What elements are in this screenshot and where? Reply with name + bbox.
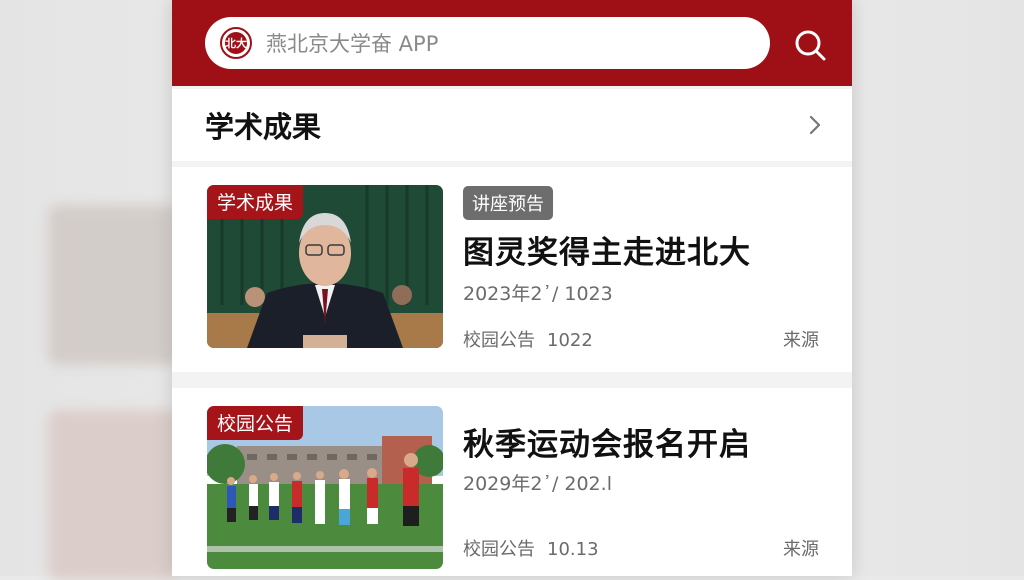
category-chip: 讲座预告: [463, 186, 553, 220]
article-source-link[interactable]: 来源: [783, 326, 819, 352]
article-category: 校园公告: [463, 539, 535, 560]
search-bar[interactable]: 北大 燕北京大学奋 APP: [205, 17, 770, 69]
chevron-right-icon[interactable]: [804, 114, 826, 136]
search-placeholder: 燕北京大学奋 APP: [266, 32, 439, 56]
thumbnail-tag: 校园公告: [207, 406, 304, 440]
article-thumbnail: 学术成果: [207, 185, 443, 348]
background-card: [48, 205, 178, 365]
article-card[interactable]: 校园公告 秋季运动会报名开启 2029年2᾿/ 202.l 校园公告 10.13 …: [172, 388, 852, 576]
article-date: 2029年2᾿/ 202.l: [463, 473, 612, 495]
article-card[interactable]: 学术成果 讲座预告 图灵奖得主走进北大 2023年2᾿/ 1023 校园公告 10…: [172, 167, 852, 372]
article-title[interactable]: 秋季运动会报名开启: [463, 419, 751, 464]
university-logo-icon: 北大: [220, 27, 252, 59]
section-header[interactable]: 学术成果: [172, 89, 852, 161]
article-title[interactable]: 图灵奖得主走进北大: [463, 227, 751, 272]
article-date: 2023年2᾿/ 1023: [463, 283, 613, 305]
article-count: 10.13: [547, 539, 599, 560]
app-screen: 北大 燕北京大学奋 APP 学术成果 学术成果 讲座预告 图灵奖得主走进北大 2…: [172, 0, 852, 576]
article-count: 1022: [547, 330, 593, 351]
logo-mark: 北大: [225, 32, 247, 54]
article-thumbnail: 校园公告: [207, 406, 443, 569]
top-bar: 北大 燕北京大学奋 APP: [172, 0, 852, 86]
section-title: 学术成果: [205, 110, 322, 144]
article-source-link[interactable]: 来源: [783, 535, 819, 561]
article-category: 校园公告: [463, 330, 535, 351]
background-card: [48, 410, 178, 580]
article-meta: 校园公告 10.13: [463, 535, 599, 561]
search-icon[interactable]: [792, 27, 828, 63]
article-meta: 校园公告 1022: [463, 326, 593, 352]
thumbnail-tag: 学术成果: [207, 185, 304, 219]
